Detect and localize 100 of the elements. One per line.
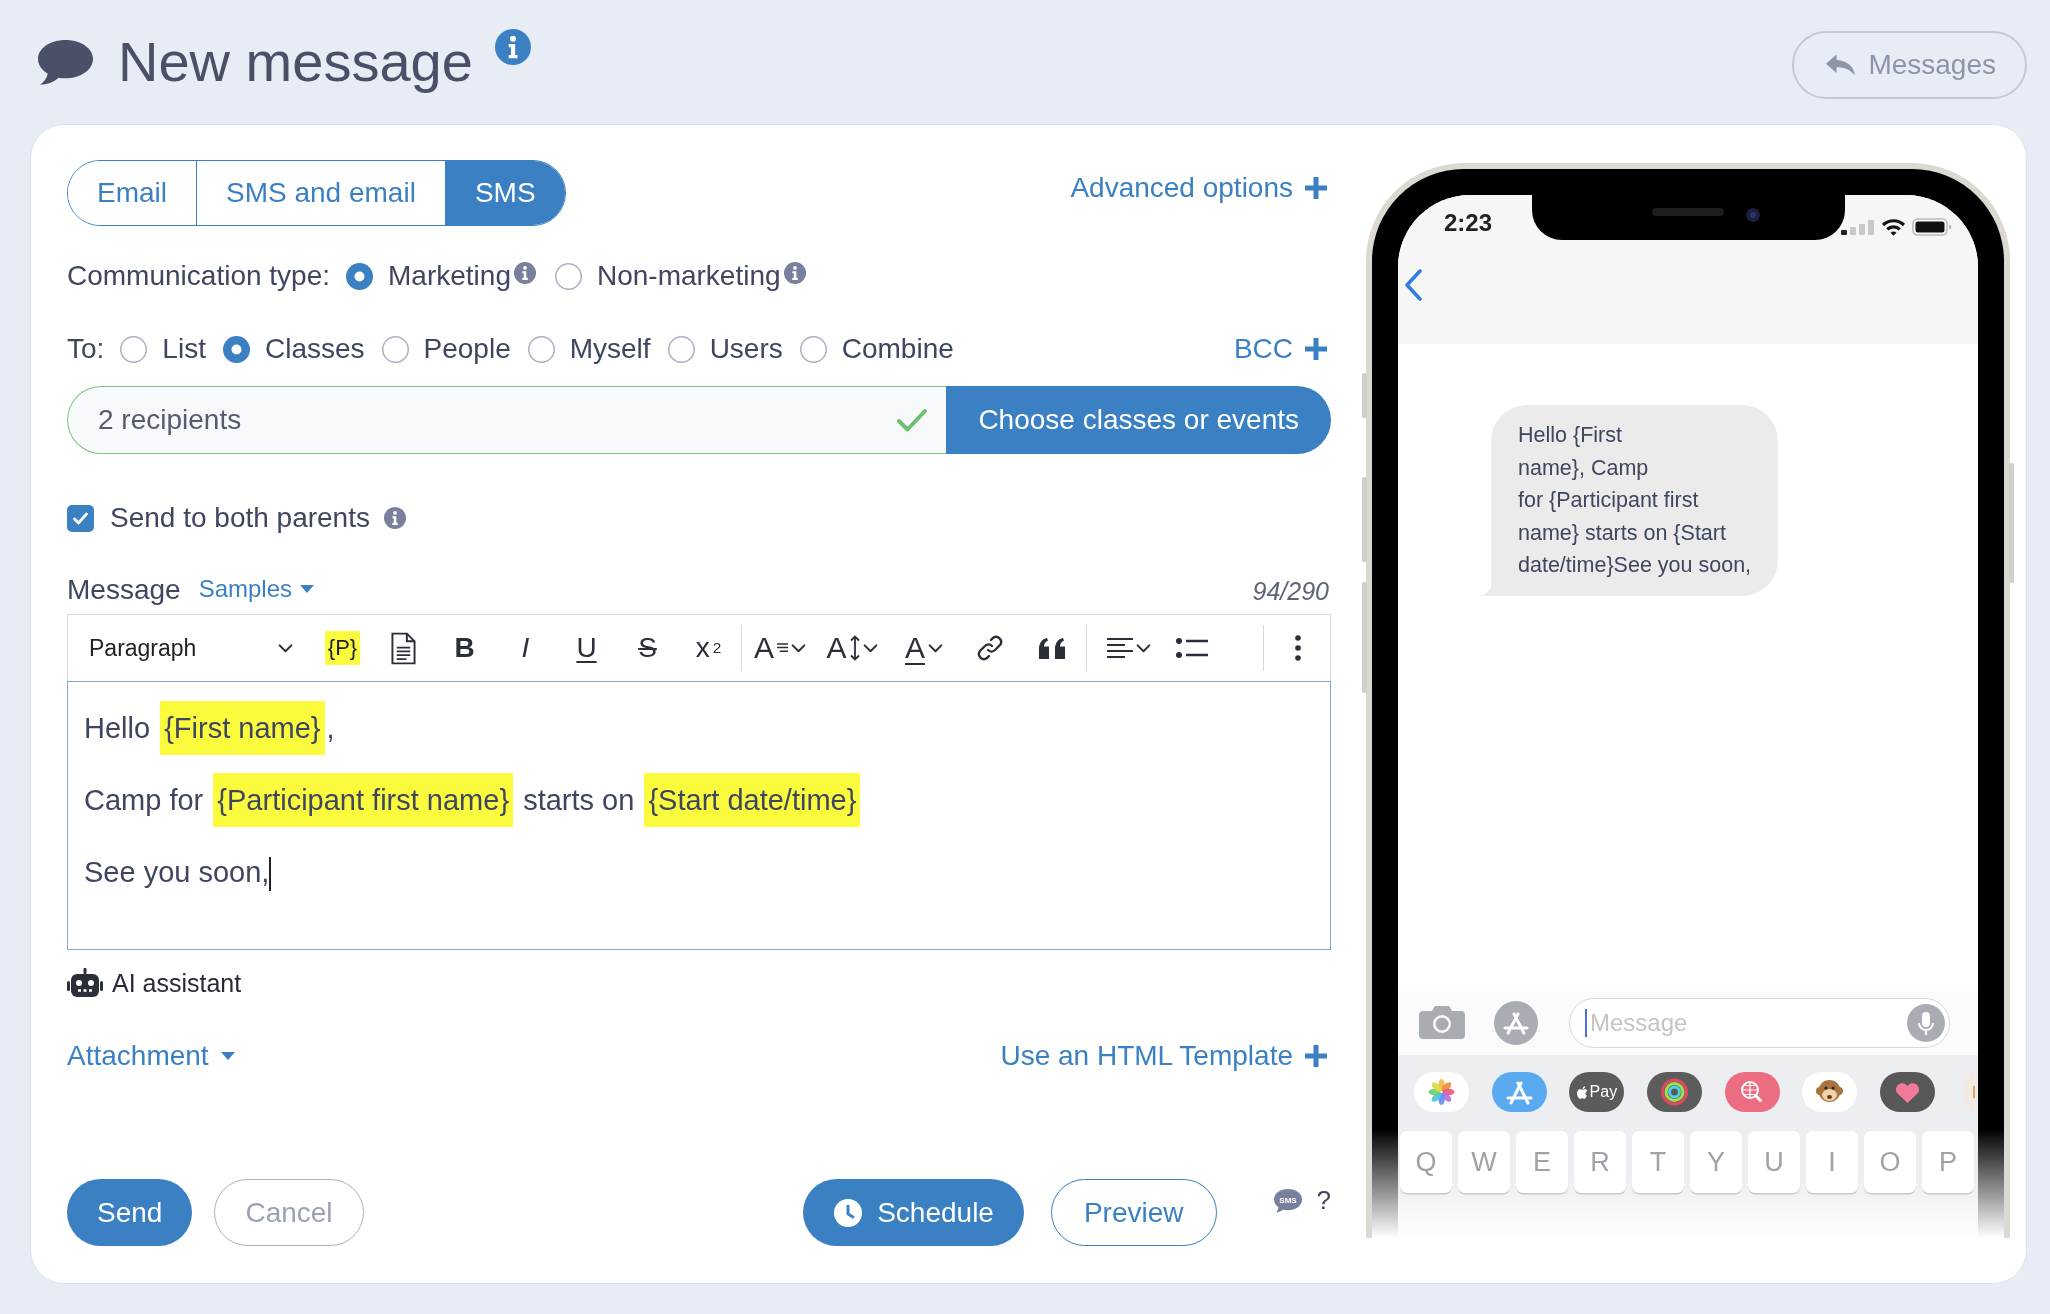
merge-tag: {Start date/time} xyxy=(644,773,861,827)
robot-icon xyxy=(67,968,103,998)
page-title: New message xyxy=(118,30,473,94)
flower-icon[interactable] xyxy=(1414,1072,1469,1112)
document-icon[interactable] xyxy=(391,631,416,665)
message-text: Hello {First name}, Camp for {Participant first name} starts on {Start date/time}See you soon, xyxy=(1518,422,1752,580)
schedule-button[interactable]: Schedule xyxy=(803,1179,1024,1246)
checkbox[interactable] xyxy=(67,504,94,532)
message-input[interactable]: Message xyxy=(1569,997,1950,1048)
preview-button[interactable]: Preview xyxy=(1050,1179,1217,1246)
line-height-dropdown[interactable]: A xyxy=(826,628,878,668)
text-lines-icon xyxy=(777,641,788,655)
radio-button[interactable] xyxy=(527,335,555,363)
sms-help-icon: SMS xyxy=(1272,1187,1303,1214)
ai-assistant-button[interactable]: AI assistant xyxy=(67,968,242,998)
info-icon xyxy=(384,507,406,529)
radio-button[interactable] xyxy=(554,262,582,290)
wifi-icon xyxy=(1882,218,1905,236)
radio-label[interactable]: List xyxy=(162,333,206,365)
pay-button[interactable]: Pay xyxy=(1569,1072,1625,1112)
radio-button[interactable] xyxy=(799,335,827,363)
send-button[interactable]: Send xyxy=(67,1179,193,1246)
bcc-link[interactable]: BCC xyxy=(1233,333,1327,365)
radio-label[interactable]: Users xyxy=(709,333,783,365)
radio-button[interactable] xyxy=(222,335,250,363)
more-vertical-icon[interactable] xyxy=(1295,635,1301,661)
reply-arrow-icon xyxy=(1826,54,1856,76)
triangle-strokes-icon[interactable] xyxy=(1491,1072,1547,1112)
strikethrough-button[interactable]: S xyxy=(638,628,657,668)
rings-icon[interactable] xyxy=(1647,1072,1703,1112)
font-size-dropdown[interactable]: A xyxy=(754,628,806,668)
info-icon xyxy=(513,262,536,284)
apple-icon xyxy=(1576,1085,1588,1099)
radio-label[interactable]: Non-marketing xyxy=(596,260,781,292)
merge-tag: {First name} xyxy=(160,701,325,755)
editor-text: , xyxy=(326,712,335,744)
radio-label[interactable]: Combine xyxy=(841,333,954,365)
text-cursor xyxy=(1585,1008,1587,1037)
bullet-list-icon[interactable] xyxy=(1176,638,1208,658)
radio-label[interactable]: Myself xyxy=(569,333,651,365)
html-template-link[interactable]: Use an HTML Template xyxy=(1000,1040,1327,1072)
field-label: To: xyxy=(67,333,105,365)
triangle-strokes-icon[interactable] xyxy=(1494,1000,1538,1045)
globe-search-icon[interactable] xyxy=(1724,1072,1780,1112)
caret-icon xyxy=(300,585,314,593)
info-icon xyxy=(494,29,531,65)
choose-classes-button[interactable]: Choose classes or events xyxy=(946,386,1331,454)
chevron-down-icon xyxy=(928,643,943,653)
radio-button[interactable] xyxy=(346,262,373,290)
chevron-down-icon xyxy=(278,643,293,653)
text-cursor xyxy=(269,857,272,892)
editor-text: Hello xyxy=(84,712,152,744)
merge-tag: {Participant first name} xyxy=(213,773,514,827)
check-icon xyxy=(897,408,928,432)
plus-icon xyxy=(1305,1045,1327,1067)
help-link[interactable]: ? xyxy=(1316,1185,1331,1216)
radio-label[interactable]: People xyxy=(423,333,511,365)
chevron-down-icon xyxy=(1136,643,1151,653)
align-left-icon xyxy=(1107,638,1133,658)
bold-button[interactable]: B xyxy=(454,628,475,668)
radio-button[interactable] xyxy=(381,335,409,363)
link-icon[interactable] xyxy=(977,635,1003,661)
camera-lens-icon xyxy=(1745,208,1760,222)
editor-text: Camp for xyxy=(84,784,205,816)
quote-icon[interactable] xyxy=(1039,637,1065,659)
camera-icon[interactable] xyxy=(1419,1006,1465,1039)
radio-label[interactable]: Marketing xyxy=(388,260,511,292)
speech-bubble-icon xyxy=(37,39,94,85)
battery-icon xyxy=(1912,218,1952,236)
font-color-dropdown[interactable]: A xyxy=(905,628,943,668)
character-counter: 94/290 xyxy=(1252,577,1329,606)
chevron-down-icon xyxy=(862,643,878,653)
back-chevron-icon[interactable] xyxy=(1404,269,1422,301)
placeholder-button[interactable]: {P} xyxy=(324,631,361,665)
field-label: Communication type: xyxy=(67,260,330,292)
chevron-down-icon xyxy=(791,643,806,653)
message-editor[interactable]: Hello {First name} , Camp for {Participant first name} starts on {Start date/time} See you soon, xyxy=(67,681,1331,950)
superscript-button[interactable]: x$^{2}$ xyxy=(695,628,722,668)
microphone-icon[interactable] xyxy=(1907,1003,1945,1042)
samples-dropdown[interactable]: Samples xyxy=(198,575,314,603)
info-icon xyxy=(783,262,806,284)
channel-tab[interactable]: SMS xyxy=(444,161,565,225)
advanced-options-link[interactable]: Advanced options xyxy=(1070,172,1327,204)
editor-text: See you soon, xyxy=(84,856,270,888)
clock-icon xyxy=(834,1198,863,1227)
recipients-field[interactable]: 2 recipients xyxy=(67,386,947,454)
underline-button[interactable]: U xyxy=(576,628,597,668)
radio-label[interactable]: Classes xyxy=(264,333,365,365)
paragraph-dropdown[interactable]: Paragraph xyxy=(68,623,312,673)
attachment-dropdown[interactable]: Attachment xyxy=(67,1040,235,1072)
radio-button[interactable] xyxy=(120,335,148,363)
checkbox-label[interactable]: Send to both parents xyxy=(110,502,370,534)
italic-button[interactable]: I xyxy=(521,628,530,668)
radio-button[interactable] xyxy=(667,335,695,363)
plus-icon xyxy=(1305,177,1327,199)
caret-icon xyxy=(220,1052,235,1060)
up-down-arrow-icon xyxy=(849,635,860,661)
monkey-icon[interactable] xyxy=(1802,1072,1858,1112)
plus-icon xyxy=(1305,338,1327,360)
status-time: 2:23 xyxy=(1444,209,1493,237)
